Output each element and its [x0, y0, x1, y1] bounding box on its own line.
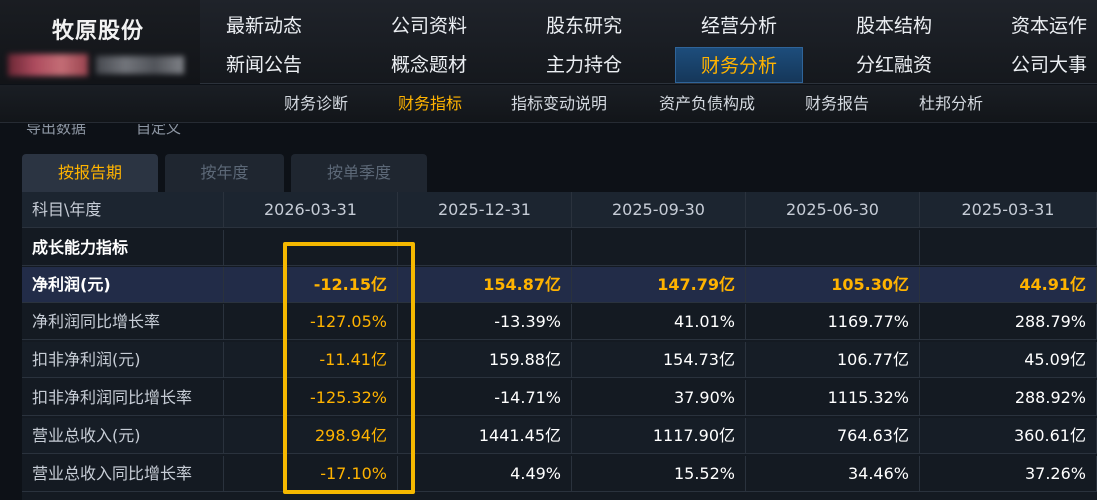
main-nav-row-1: 最新动态 公司资料 股东研究 经营分析 股本结构 资本运作 [200, 8, 1097, 46]
table-cell: 154.87亿 [398, 267, 572, 303]
subnav-assets-liabilities[interactable]: 资产负债构成 [659, 85, 755, 123]
table-cell: 41.01% [572, 304, 746, 340]
empty-cell [398, 230, 572, 266]
table-cell: 1169.77% [746, 304, 920, 340]
nav-announcements[interactable]: 新闻公告 [200, 47, 328, 83]
tab-by-year[interactable]: 按年度 [165, 154, 284, 192]
stock-name: 牧原股份 [52, 19, 145, 44]
table-cell: -12.15亿 [224, 267, 398, 303]
nav-dividends[interactable]: 分红融资 [830, 47, 958, 83]
table-cell: 1115.32% [746, 380, 920, 416]
nav-shareholders[interactable]: 股东研究 [520, 8, 648, 44]
table-cell: 37.90% [572, 380, 746, 416]
export-data-link[interactable]: 导出数据 [26, 124, 86, 138]
blurred-code-b [96, 56, 184, 74]
table-corner-header: 科目\年度 [22, 192, 224, 228]
period-header[interactable]: 2025-09-30 [572, 192, 746, 228]
empty-cell [572, 230, 746, 266]
table-row[interactable]: 净利润(元) -12.15亿 154.87亿 147.79亿 105.30亿 4… [22, 267, 1097, 303]
table-cell: 34.46% [746, 456, 920, 492]
table-cell: 764.63亿 [746, 418, 920, 454]
period-header[interactable]: 2025-03-31 [920, 192, 1097, 228]
nav-share-structure[interactable]: 股本结构 [830, 8, 958, 44]
table-cell: -11.41亿 [224, 342, 398, 378]
table-cell: 45.09亿 [920, 342, 1097, 378]
table-row[interactable]: 净利润同比增长率 -127.05% -13.39% 41.01% 1169.77… [22, 304, 1097, 340]
table-cell: 298.94亿 [224, 418, 398, 454]
table-cell: 360.61亿 [920, 418, 1097, 454]
table-cell: -127.05% [224, 304, 398, 340]
table-header-row: 科目\年度 2026-03-31 2025-12-31 2025-09-30 2… [22, 192, 1097, 228]
section-title: 成长能力指标 [22, 230, 224, 266]
table-cell: 288.92% [920, 380, 1097, 416]
period-header[interactable]: 2025-12-31 [398, 192, 572, 228]
row-label: 扣非净利润同比增长率 [22, 380, 224, 416]
subnav-financial-diagnosis[interactable]: 财务诊断 [284, 85, 348, 123]
table-row[interactable]: 营业总收入同比增长率 -17.10% 4.49% 15.52% 34.46% 3… [22, 456, 1097, 492]
period-header[interactable]: 2025-06-30 [746, 192, 920, 228]
nav-operations[interactable]: 经营分析 [675, 8, 803, 44]
subnav-financial-reports[interactable]: 财务报告 [805, 85, 869, 123]
table-cell: 159.88亿 [398, 342, 572, 378]
financial-indicators-table: 科目\年度 2026-03-31 2025-12-31 2025-09-30 2… [22, 192, 1097, 500]
stock-code-blurred [8, 54, 186, 76]
table-cell: -125.32% [224, 380, 398, 416]
nav-latest-news[interactable]: 最新动态 [200, 8, 328, 44]
table-cell: 1441.45亿 [398, 418, 572, 454]
subnav-dupont[interactable]: 杜邦分析 [919, 85, 983, 123]
empty-cell [224, 230, 398, 266]
sub-nav: 财务诊断 财务指标 指标变动说明 资产负债构成 财务报告 杜邦分析 [0, 85, 1097, 123]
table-cell: 4.49% [398, 456, 572, 492]
table-cell: -13.39% [398, 304, 572, 340]
table-cell: 154.73亿 [572, 342, 746, 378]
empty-cell [746, 230, 920, 266]
table-row[interactable]: 扣非净利润(元) -11.41亿 159.88亿 154.73亿 106.77亿… [22, 342, 1097, 378]
tab-by-report-period[interactable]: 按报告期 [22, 154, 158, 192]
toolbar-strip-clipped: 导出数据 自定义 [0, 124, 1097, 142]
nav-major-events[interactable]: 公司大事 [985, 47, 1097, 83]
section-row: 成长能力指标 [22, 230, 1097, 266]
nav-concepts[interactable]: 概念题材 [365, 47, 493, 83]
row-label: 营业总收入同比增长率 [22, 456, 224, 492]
table-cell: 15.52% [572, 456, 746, 492]
blurred-code-a [8, 54, 88, 76]
table-cell: 44.91亿 [920, 267, 1097, 303]
nav-capital-ops[interactable]: 资本运作 [985, 8, 1097, 44]
table-row[interactable]: 扣非净利润同比增长率 -125.32% -14.71% 37.90% 1115.… [22, 380, 1097, 416]
main-nav-row-2: 新闻公告 概念题材 主力持仓 财务分析 分红融资 公司大事 [200, 47, 1097, 85]
row-label: 净利润同比增长率 [22, 304, 224, 340]
nav-main-holdings[interactable]: 主力持仓 [520, 47, 648, 83]
customize-link[interactable]: 自定义 [136, 124, 181, 138]
stock-brand: 牧原股份 [0, 0, 200, 84]
table-cell: -17.10% [224, 456, 398, 492]
table-cell: 288.79% [920, 304, 1097, 340]
row-label: 净利润(元) [22, 267, 224, 303]
table-cell: 147.79亿 [572, 267, 746, 303]
table-cell: 106.77亿 [746, 342, 920, 378]
period-header[interactable]: 2026-03-31 [224, 192, 398, 228]
subnav-indicator-changes[interactable]: 指标变动说明 [511, 85, 607, 123]
table-cell: 37.26% [920, 456, 1097, 492]
subnav-financial-indicators[interactable]: 财务指标 [398, 85, 462, 123]
row-label: 营业总收入(元) [22, 418, 224, 454]
tab-by-quarter[interactable]: 按单季度 [291, 154, 427, 192]
top-header: 牧原股份 最新动态 公司资料 股东研究 经营分析 股本结构 资本运作 新闻公告 … [0, 0, 1097, 84]
empty-cell [920, 230, 1097, 266]
table-cell: 1117.90亿 [572, 418, 746, 454]
table-row[interactable]: 营业总收入(元) 298.94亿 1441.45亿 1117.90亿 764.6… [22, 418, 1097, 454]
table-cell: -14.71% [398, 380, 572, 416]
row-label: 扣非净利润(元) [22, 342, 224, 378]
table-cell: 105.30亿 [746, 267, 920, 303]
nav-company-profile[interactable]: 公司资料 [365, 8, 493, 44]
nav-financial-analysis[interactable]: 财务分析 [675, 47, 803, 83]
